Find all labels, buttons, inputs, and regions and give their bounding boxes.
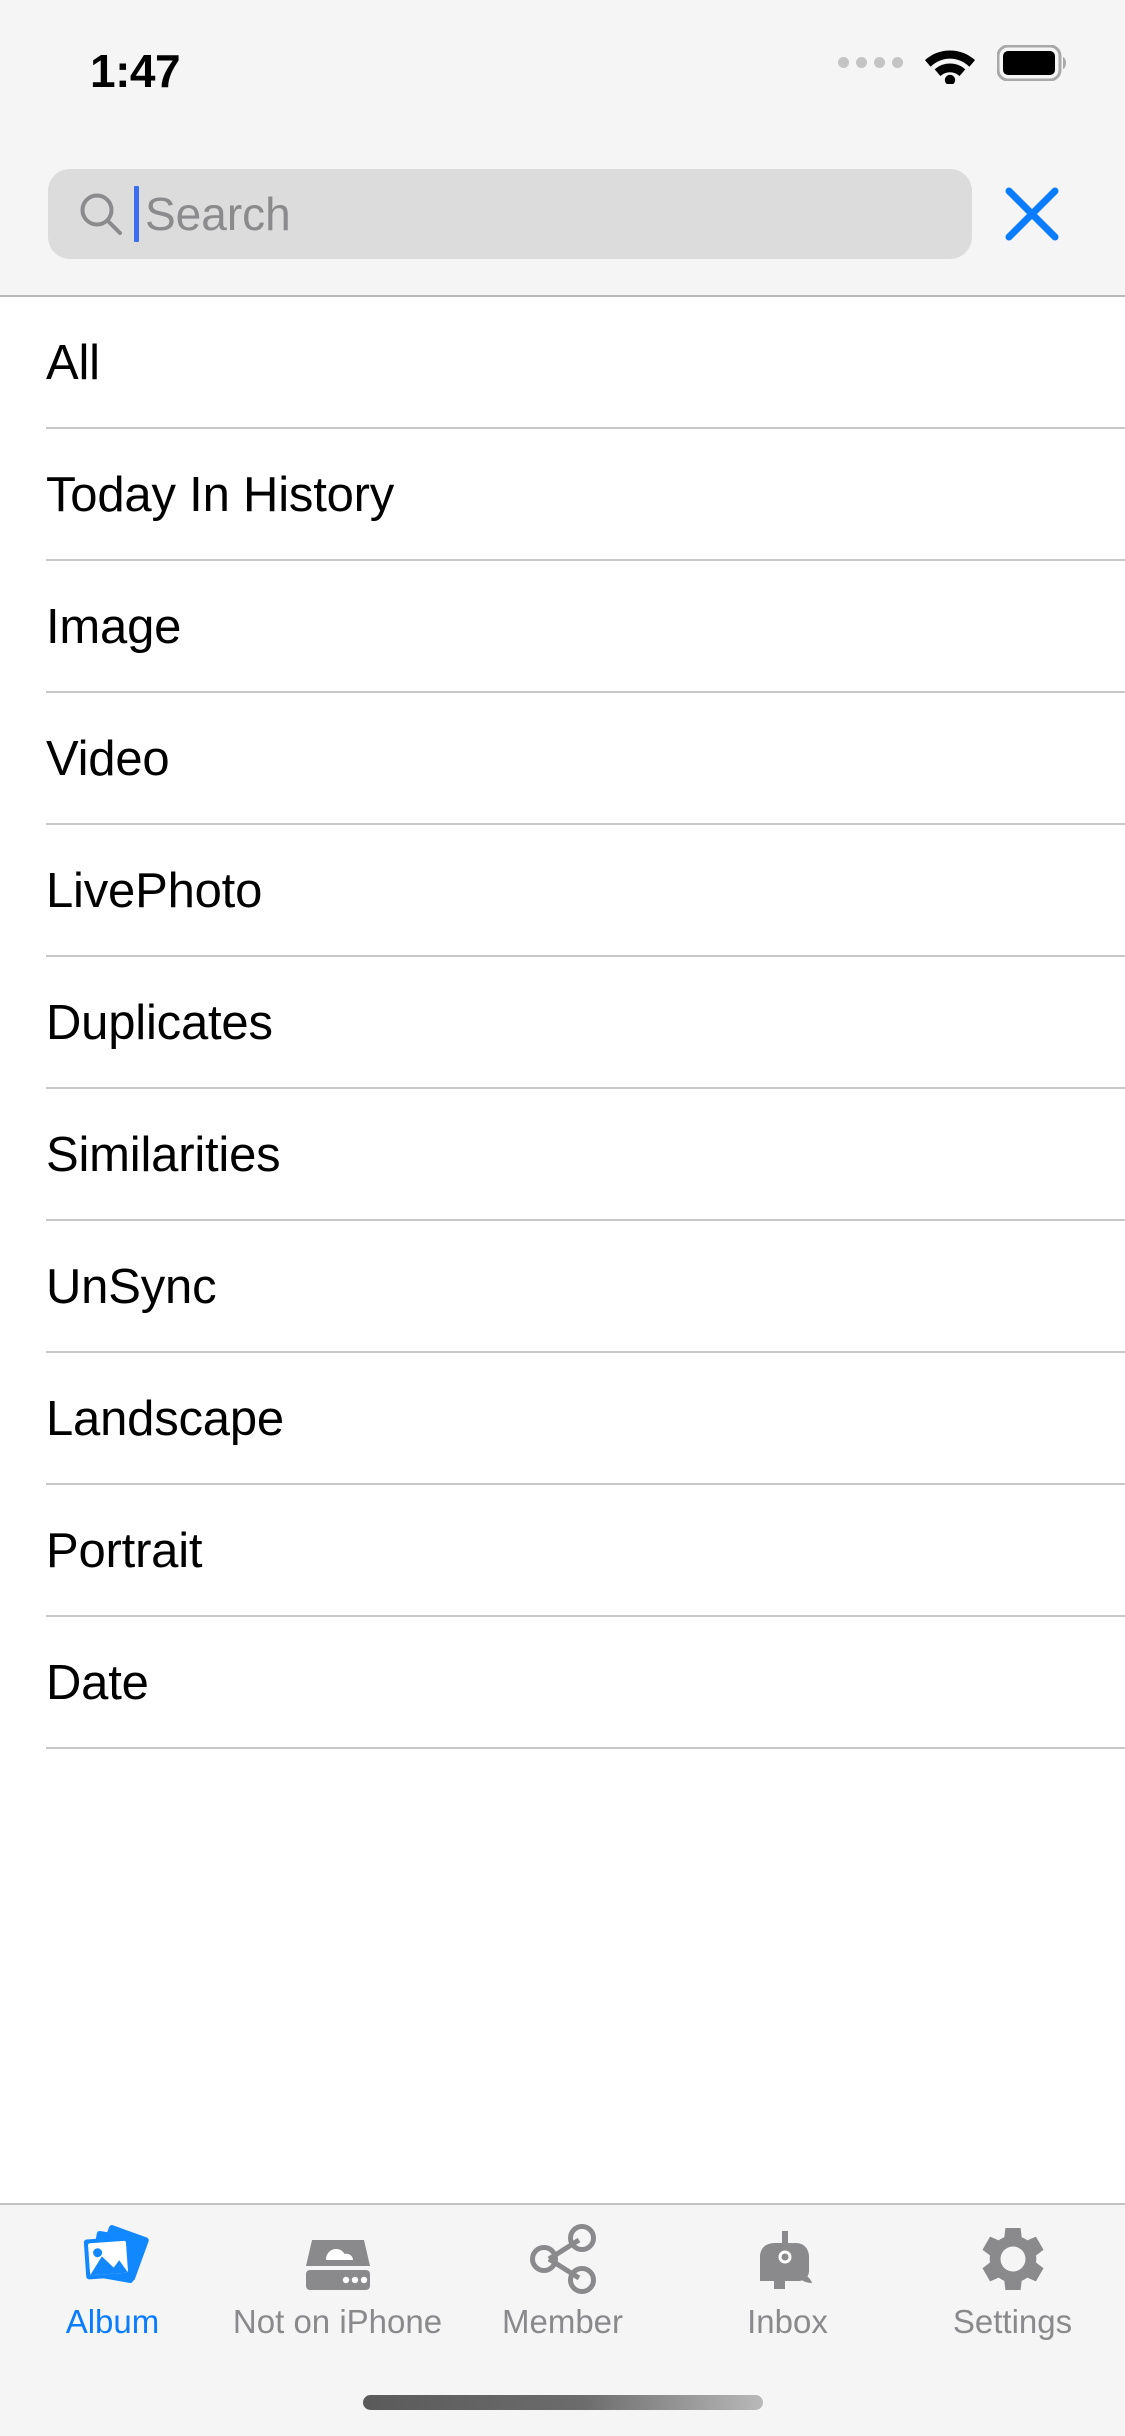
tab-label: Not on iPhone <box>232 2303 443 2340</box>
home-indicator-area <box>0 2368 1125 2436</box>
tab-label: Inbox <box>747 2303 828 2340</box>
list-item[interactable]: LivePhoto <box>0 825 1125 957</box>
gear-icon <box>974 2221 1052 2297</box>
list-item-label: Similarities <box>46 1127 281 1182</box>
list-item-label: Image <box>46 599 182 654</box>
tab-label: Album <box>65 2303 160 2340</box>
list-item-label: Video <box>46 731 170 786</box>
close-x-icon <box>1005 187 1058 240</box>
list-item-label: Duplicates <box>46 995 273 1050</box>
list-item[interactable]: Similarities <box>0 1089 1125 1221</box>
list-item[interactable]: Duplicates <box>0 957 1125 1089</box>
list-item[interactable]: Video <box>0 693 1125 825</box>
close-search-button[interactable] <box>984 166 1079 261</box>
list-item-label: Landscape <box>46 1391 284 1446</box>
mailbox-icon <box>749 2221 827 2297</box>
app-screen: 1:47 Search All Today In History Image V… <box>0 0 1125 2436</box>
tab-label: Member <box>501 2303 624 2340</box>
search-input[interactable]: Search <box>145 191 942 237</box>
list-item[interactable]: Date <box>0 1617 1125 1749</box>
list-item-label: Today In History <box>46 467 395 522</box>
signal-strength-icon <box>838 56 903 68</box>
tab-settings[interactable]: Settings <box>900 2221 1125 2338</box>
tab-album[interactable]: Album <box>0 2221 225 2338</box>
wifi-icon <box>925 50 975 84</box>
tab-not-on-iphone[interactable]: Not on iPhone <box>225 2221 450 2338</box>
status-bar-indicators <box>838 42 1069 84</box>
search-icon <box>78 191 124 237</box>
list-item[interactable]: UnSync <box>0 1221 1125 1353</box>
tab-member[interactable]: Member <box>450 2221 675 2338</box>
list-item[interactable]: Image <box>0 561 1125 693</box>
list-item-label: All <box>46 335 100 390</box>
filter-list: All Today In History Image Video LivePho… <box>0 297 1125 2203</box>
list-item-label: LivePhoto <box>46 863 263 918</box>
tab-label: Settings <box>952 2303 1073 2340</box>
list-item[interactable]: Portrait <box>0 1485 1125 1617</box>
search-field[interactable]: Search <box>48 168 972 259</box>
photo-stack-icon <box>74 2221 152 2297</box>
tab-bar: Album Not on iPhone Member Inbox Setting… <box>0 2203 1125 2368</box>
list-item[interactable]: All <box>0 297 1125 429</box>
status-bar: 1:47 <box>0 0 1125 132</box>
list-item-label: Date <box>46 1655 149 1710</box>
cloud-drive-icon <box>299 2221 377 2297</box>
search-header: Search <box>0 132 1125 297</box>
list-item-label: UnSync <box>46 1259 217 1314</box>
status-bar-time: 1:47 <box>90 45 181 97</box>
home-indicator[interactable] <box>362 2394 763 2410</box>
battery-full-icon <box>997 45 1066 81</box>
tab-inbox[interactable]: Inbox <box>675 2221 900 2338</box>
share-network-icon <box>524 2221 602 2297</box>
list-item[interactable]: Landscape <box>0 1353 1125 1485</box>
text-cursor <box>134 185 139 242</box>
list-item-label: Portrait <box>46 1523 203 1578</box>
list-item[interactable]: Today In History <box>0 429 1125 561</box>
